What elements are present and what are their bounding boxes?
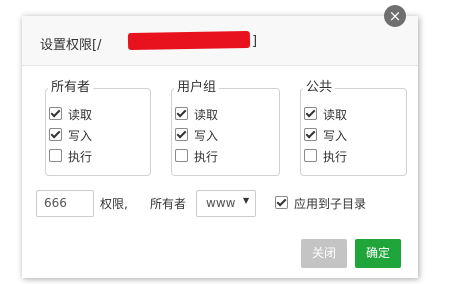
public-read-option[interactable]: 读取 [304, 106, 347, 122]
public-write-checkbox[interactable] [304, 128, 317, 141]
public-read-label: 读取 [323, 108, 348, 122]
public-permissions-group: 公共 读取 写入 执行 [300, 79, 407, 176]
owner-write-option[interactable]: 写入 [49, 127, 92, 143]
close-button[interactable]: 关闭 [301, 239, 347, 268]
dialog-title: 设置权限[/ [40, 38, 102, 53]
owner-exec-option[interactable]: 执行 [49, 148, 92, 164]
usergroup-read-checkbox[interactable] [175, 107, 188, 120]
owner-select[interactable]: www ▼ [196, 190, 256, 217]
public-write-option[interactable]: 写入 [304, 127, 347, 143]
close-icon[interactable]: × [384, 5, 406, 27]
usergroup-permissions-group: 用户组 读取 写入 执行 [171, 79, 280, 176]
usergroup-legend: 用户组 [174, 79, 220, 97]
owner-legend: 所有者 [48, 79, 94, 97]
owner-exec-checkbox[interactable] [49, 149, 62, 162]
usergroup-exec-checkbox[interactable] [175, 149, 188, 162]
usergroup-write-label: 写入 [194, 129, 219, 143]
public-write-label: 写入 [323, 129, 348, 143]
owner-read-label: 读取 [68, 108, 93, 122]
public-exec-checkbox[interactable] [304, 149, 317, 162]
permission-value-input[interactable]: 666 [36, 190, 94, 217]
usergroup-exec-option[interactable]: 执行 [175, 148, 218, 164]
usergroup-write-checkbox[interactable] [175, 128, 188, 141]
dialog-title-bracket: ] [252, 34, 258, 49]
public-legend: 公共 [303, 79, 336, 97]
usergroup-read-option[interactable]: 读取 [175, 106, 218, 122]
apply-subdir-label: 应用到子目录 [294, 197, 367, 211]
owner-permissions-group: 所有者 读取 写入 执行 [45, 79, 151, 176]
owner-read-checkbox[interactable] [49, 107, 62, 120]
dialog-titlebar: 设置权限[/ ] [22, 16, 418, 66]
confirm-button[interactable]: 确定 [355, 239, 401, 268]
public-exec-label: 执行 [323, 150, 348, 164]
usergroup-exec-label: 执行 [194, 150, 219, 164]
public-read-checkbox[interactable] [304, 107, 317, 120]
owner-select-label: 所有者 [150, 197, 187, 211]
public-exec-option[interactable]: 执行 [304, 148, 347, 164]
owner-read-option[interactable]: 读取 [49, 106, 92, 122]
apply-subdir-option[interactable]: 应用到子目录 [275, 195, 366, 212]
permission-dialog: 设置权限[/ ] 所有者 读取 写入 执行 用户组 读取 写入 执行 公共 读取 [22, 16, 418, 278]
usergroup-write-option[interactable]: 写入 [175, 127, 218, 143]
caret-down-icon: ▼ [243, 196, 250, 205]
owner-write-checkbox[interactable] [49, 128, 62, 141]
owner-exec-label: 执行 [68, 150, 93, 164]
usergroup-read-label: 读取 [194, 108, 219, 122]
owner-select-value: www [206, 196, 236, 210]
apply-subdir-checkbox[interactable] [275, 196, 288, 209]
redacted-path [127, 30, 251, 51]
owner-write-label: 写入 [68, 129, 93, 143]
permission-label: 权限, [100, 197, 128, 211]
